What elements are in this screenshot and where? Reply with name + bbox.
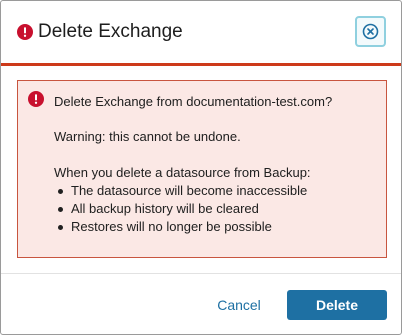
error-icon <box>17 24 33 40</box>
list-item: The datasource will become inaccessible <box>54 182 379 200</box>
close-circle-icon <box>362 23 379 40</box>
list-item: All backup history will be cleared <box>54 200 379 218</box>
dialog-title: Delete Exchange <box>38 21 183 42</box>
footer-divider <box>1 273 401 274</box>
dialog-header: Delete Exchange <box>1 1 401 66</box>
delete-exchange-dialog: Delete Exchange Delete Exchange from doc… <box>0 0 402 335</box>
delete-button[interactable]: Delete <box>287 290 387 320</box>
close-button[interactable] <box>355 16 386 47</box>
delete-warning-alert: Delete Exchange from documentation-test.… <box>17 80 387 258</box>
alert-warning-text: Warning: this cannot be undone. <box>54 129 241 144</box>
list-item: Restores will no longer be possible <box>54 218 379 236</box>
error-icon <box>28 91 44 107</box>
alert-heading: Delete Exchange from documentation-test.… <box>54 94 333 109</box>
cancel-button[interactable]: Cancel <box>209 290 269 320</box>
alert-intro-text: When you delete a datasource from Backup… <box>54 165 311 180</box>
alert-content: Delete Exchange from documentation-test.… <box>54 93 379 236</box>
consequence-list: The datasource will become inaccessible … <box>54 182 379 236</box>
